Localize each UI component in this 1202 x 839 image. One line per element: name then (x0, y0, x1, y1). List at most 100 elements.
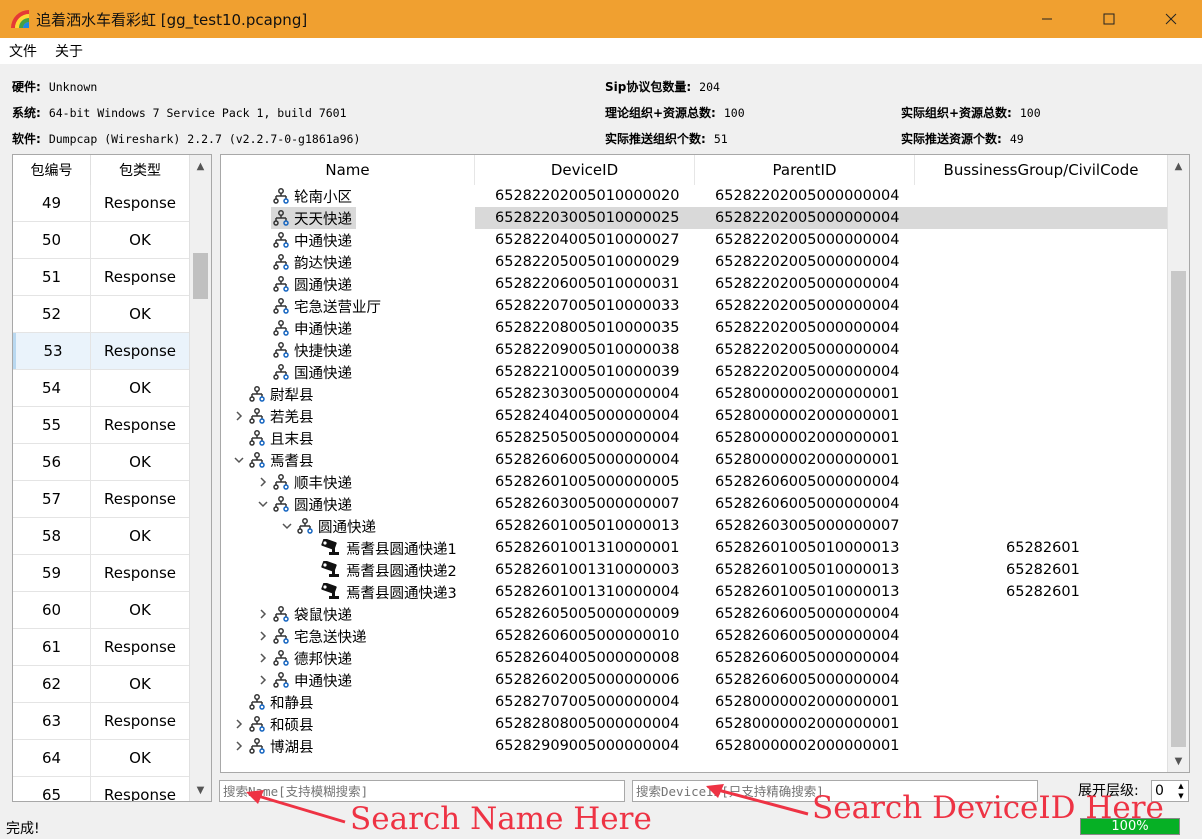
packet-row[interactable]: 57 Response (13, 481, 189, 518)
scroll-up-icon[interactable]: ▲ (1168, 155, 1189, 177)
tree-name-cell[interactable]: 宅急送快递 (271, 625, 371, 647)
tree-name-cell[interactable]: 韵达快递 (271, 251, 356, 273)
tree-name-cell[interactable]: 轮南小区 (271, 185, 356, 207)
tree-row[interactable]: 博湖县 65282909005000000004 65280000002000000… (221, 735, 1168, 757)
packet-row[interactable]: 58 OK (13, 518, 189, 555)
chevron-right-icon[interactable] (255, 625, 271, 647)
tree-row[interactable]: 袋鼠快递 65282605005000000009 6528260600500000… (221, 603, 1168, 625)
tree-row[interactable]: 焉耆县圆通快递3 65282601001310000004 652826010050… (221, 581, 1168, 603)
menu-about[interactable]: 关于 (46, 41, 92, 61)
column-header-packet-number[interactable]: 包编号 (13, 155, 91, 185)
chevron-right-icon[interactable] (255, 471, 271, 493)
tree-row[interactable]: 圆通快递 65282603005000000007 6528260600500000… (221, 493, 1168, 515)
column-header-business-group[interactable]: BussinessGroup/CivilCode (915, 155, 1168, 185)
tree-row[interactable]: 焉耆县圆通快递2 65282601001310000003 652826010050… (221, 559, 1168, 581)
tree-name-cell[interactable]: 快捷快递 (271, 339, 356, 361)
packet-row[interactable]: 65 Response (13, 777, 189, 801)
tree-name-cell[interactable]: 申通快递 (271, 317, 356, 339)
packet-row[interactable]: 64 OK (13, 740, 189, 777)
tree-row[interactable]: 若羌县 65282404005000000004 65280000002000000… (221, 405, 1168, 427)
packet-row[interactable]: 50 OK (13, 222, 189, 259)
tree-row[interactable]: 申通快递 65282602005000000006 6528260600500000… (221, 669, 1168, 691)
tree-name-cell[interactable]: 圆通快递 (271, 273, 356, 295)
tree-name-cell[interactable]: 国通快递 (271, 361, 356, 383)
packet-row[interactable]: 52 OK (13, 296, 189, 333)
catalog-tree[interactable]: Name DeviceID ParentID BussinessGroup/Ci… (220, 154, 1190, 773)
scrollbar-thumb[interactable] (1171, 271, 1186, 747)
tree-name-cell[interactable]: 申通快递 (271, 669, 356, 691)
tree-name-cell[interactable]: 和静县 (247, 691, 318, 713)
tree-name-cell[interactable]: 宅急送营业厅 (271, 295, 385, 317)
chevron-right-icon[interactable] (231, 405, 247, 427)
tree-row[interactable]: 焉耆县 65282606005000000004 65280000002000000… (221, 449, 1168, 471)
chevron-down-icon[interactable] (231, 449, 247, 471)
tree-name-cell[interactable]: 和硕县 (247, 713, 318, 735)
tree-row[interactable]: 快捷快递 65282209005010000038 6528220200500000… (221, 339, 1168, 361)
tree-row[interactable]: 中通快递 65282204005010000027 6528220200500000… (221, 229, 1168, 251)
column-header-packet-type[interactable]: 包类型 (91, 155, 189, 185)
scrollbar-thumb[interactable] (193, 253, 208, 299)
packet-row[interactable]: 51 Response (13, 259, 189, 296)
tree-row[interactable]: 焉耆县圆通快递1 65282601001310000001 652826010050… (221, 537, 1168, 559)
column-header-parentid[interactable]: ParentID (695, 155, 915, 185)
chevron-down-icon[interactable] (279, 515, 295, 537)
scroll-down-icon[interactable]: ▼ (190, 779, 211, 801)
spin-down-icon[interactable]: ▼ (1175, 791, 1187, 801)
tree-row[interactable]: 圆通快递 65282601005010000013 6528260300500000… (221, 515, 1168, 537)
packet-row[interactable]: 61 Response (13, 629, 189, 666)
tree-name-cell[interactable]: 焉耆县圆通快递3 (319, 581, 461, 603)
tree-scrollbar[interactable]: ▲ ▼ (1167, 155, 1189, 772)
menu-file[interactable]: 文件 (0, 41, 46, 61)
packet-row[interactable]: 62 OK (13, 666, 189, 703)
tree-row[interactable]: 天天快递 65282203005010000025 6528220200500000… (221, 207, 1168, 229)
tree-name-cell[interactable]: 焉耆县 (247, 449, 318, 471)
chevron-right-icon[interactable] (231, 735, 247, 757)
tree-row[interactable]: 宅急送快递 65282606005000000010 652826060050000… (221, 625, 1168, 647)
packet-row[interactable]: 60 OK (13, 592, 189, 629)
tree-name-cell[interactable]: 焉耆县圆通快递2 (319, 559, 461, 581)
tree-row[interactable]: 宅急送营业厅 65282207005010000033 65282202005000… (221, 295, 1168, 317)
tree-row[interactable]: 德邦快递 65282604005000000008 6528260600500000… (221, 647, 1168, 669)
tree-name-cell[interactable]: 德邦快递 (271, 647, 356, 669)
tree-name-cell[interactable]: 若羌县 (247, 405, 318, 427)
tree-name-cell[interactable]: 焉耆县圆通快递1 (319, 537, 461, 559)
tree-row[interactable]: 顺丰快递 65282601005000000005 6528260600500000… (221, 471, 1168, 493)
tree-row[interactable]: 轮南小区 65282202005010000020 6528220200500000… (221, 185, 1168, 207)
tree-name-cell[interactable]: 顺丰快递 (271, 471, 356, 493)
chevron-right-icon[interactable] (255, 603, 271, 625)
tree-name-cell[interactable]: 中通快递 (271, 229, 356, 251)
close-button[interactable] (1140, 0, 1202, 38)
scroll-down-icon[interactable]: ▼ (1168, 750, 1189, 772)
tree-name-cell[interactable]: 圆通快递 (271, 493, 356, 515)
packet-list[interactable]: 包编号 包类型 49 Response 50 OK 51 Response 52 OK 53 Re… (12, 154, 212, 802)
tree-row[interactable]: 国通快递 65282210005010000039 6528220200500000… (221, 361, 1168, 383)
tree-name-cell[interactable]: 圆通快递 (295, 515, 380, 537)
tree-name-cell[interactable]: 天天快递 (271, 207, 356, 229)
packet-row[interactable]: 54 OK (13, 370, 189, 407)
tree-name-cell[interactable]: 博湖县 (247, 735, 318, 757)
maximize-button[interactable] (1078, 0, 1140, 38)
tree-row[interactable]: 和硕县 65282808005000000004 65280000002000000… (221, 713, 1168, 735)
column-header-deviceid[interactable]: DeviceID (475, 155, 695, 185)
chevron-right-icon[interactable] (255, 669, 271, 691)
tree-row[interactable]: 韵达快递 65282205005010000029 6528220200500000… (221, 251, 1168, 273)
tree-row[interactable]: 且末县 65282505005000000004 65280000002000000… (221, 427, 1168, 449)
tree-row[interactable]: 申通快递 65282208005010000035 6528220200500000… (221, 317, 1168, 339)
packet-row[interactable]: 53 Response (13, 333, 189, 370)
packet-row[interactable]: 59 Response (13, 555, 189, 592)
tree-name-cell[interactable]: 且末县 (247, 427, 318, 449)
tree-row[interactable]: 尉犁县 65282303005000000004 65280000002000000… (221, 383, 1168, 405)
tree-row[interactable]: 圆通快递 65282206005010000031 6528220200500000… (221, 273, 1168, 295)
chevron-right-icon[interactable] (255, 647, 271, 669)
packet-row[interactable]: 55 Response (13, 407, 189, 444)
chevron-right-icon[interactable] (231, 713, 247, 735)
packet-row[interactable]: 63 Response (13, 703, 189, 740)
tree-name-cell[interactable]: 尉犁县 (247, 383, 318, 405)
packet-row[interactable]: 56 OK (13, 444, 189, 481)
tree-name-cell[interactable]: 袋鼠快递 (271, 603, 356, 625)
chevron-down-icon[interactable] (255, 493, 271, 515)
scroll-up-icon[interactable]: ▲ (190, 155, 211, 177)
packet-row[interactable]: 49 Response (13, 185, 189, 222)
tree-row[interactable]: 和静县 65282707005000000004 65280000002000000… (221, 691, 1168, 713)
minimize-button[interactable] (1016, 0, 1078, 38)
